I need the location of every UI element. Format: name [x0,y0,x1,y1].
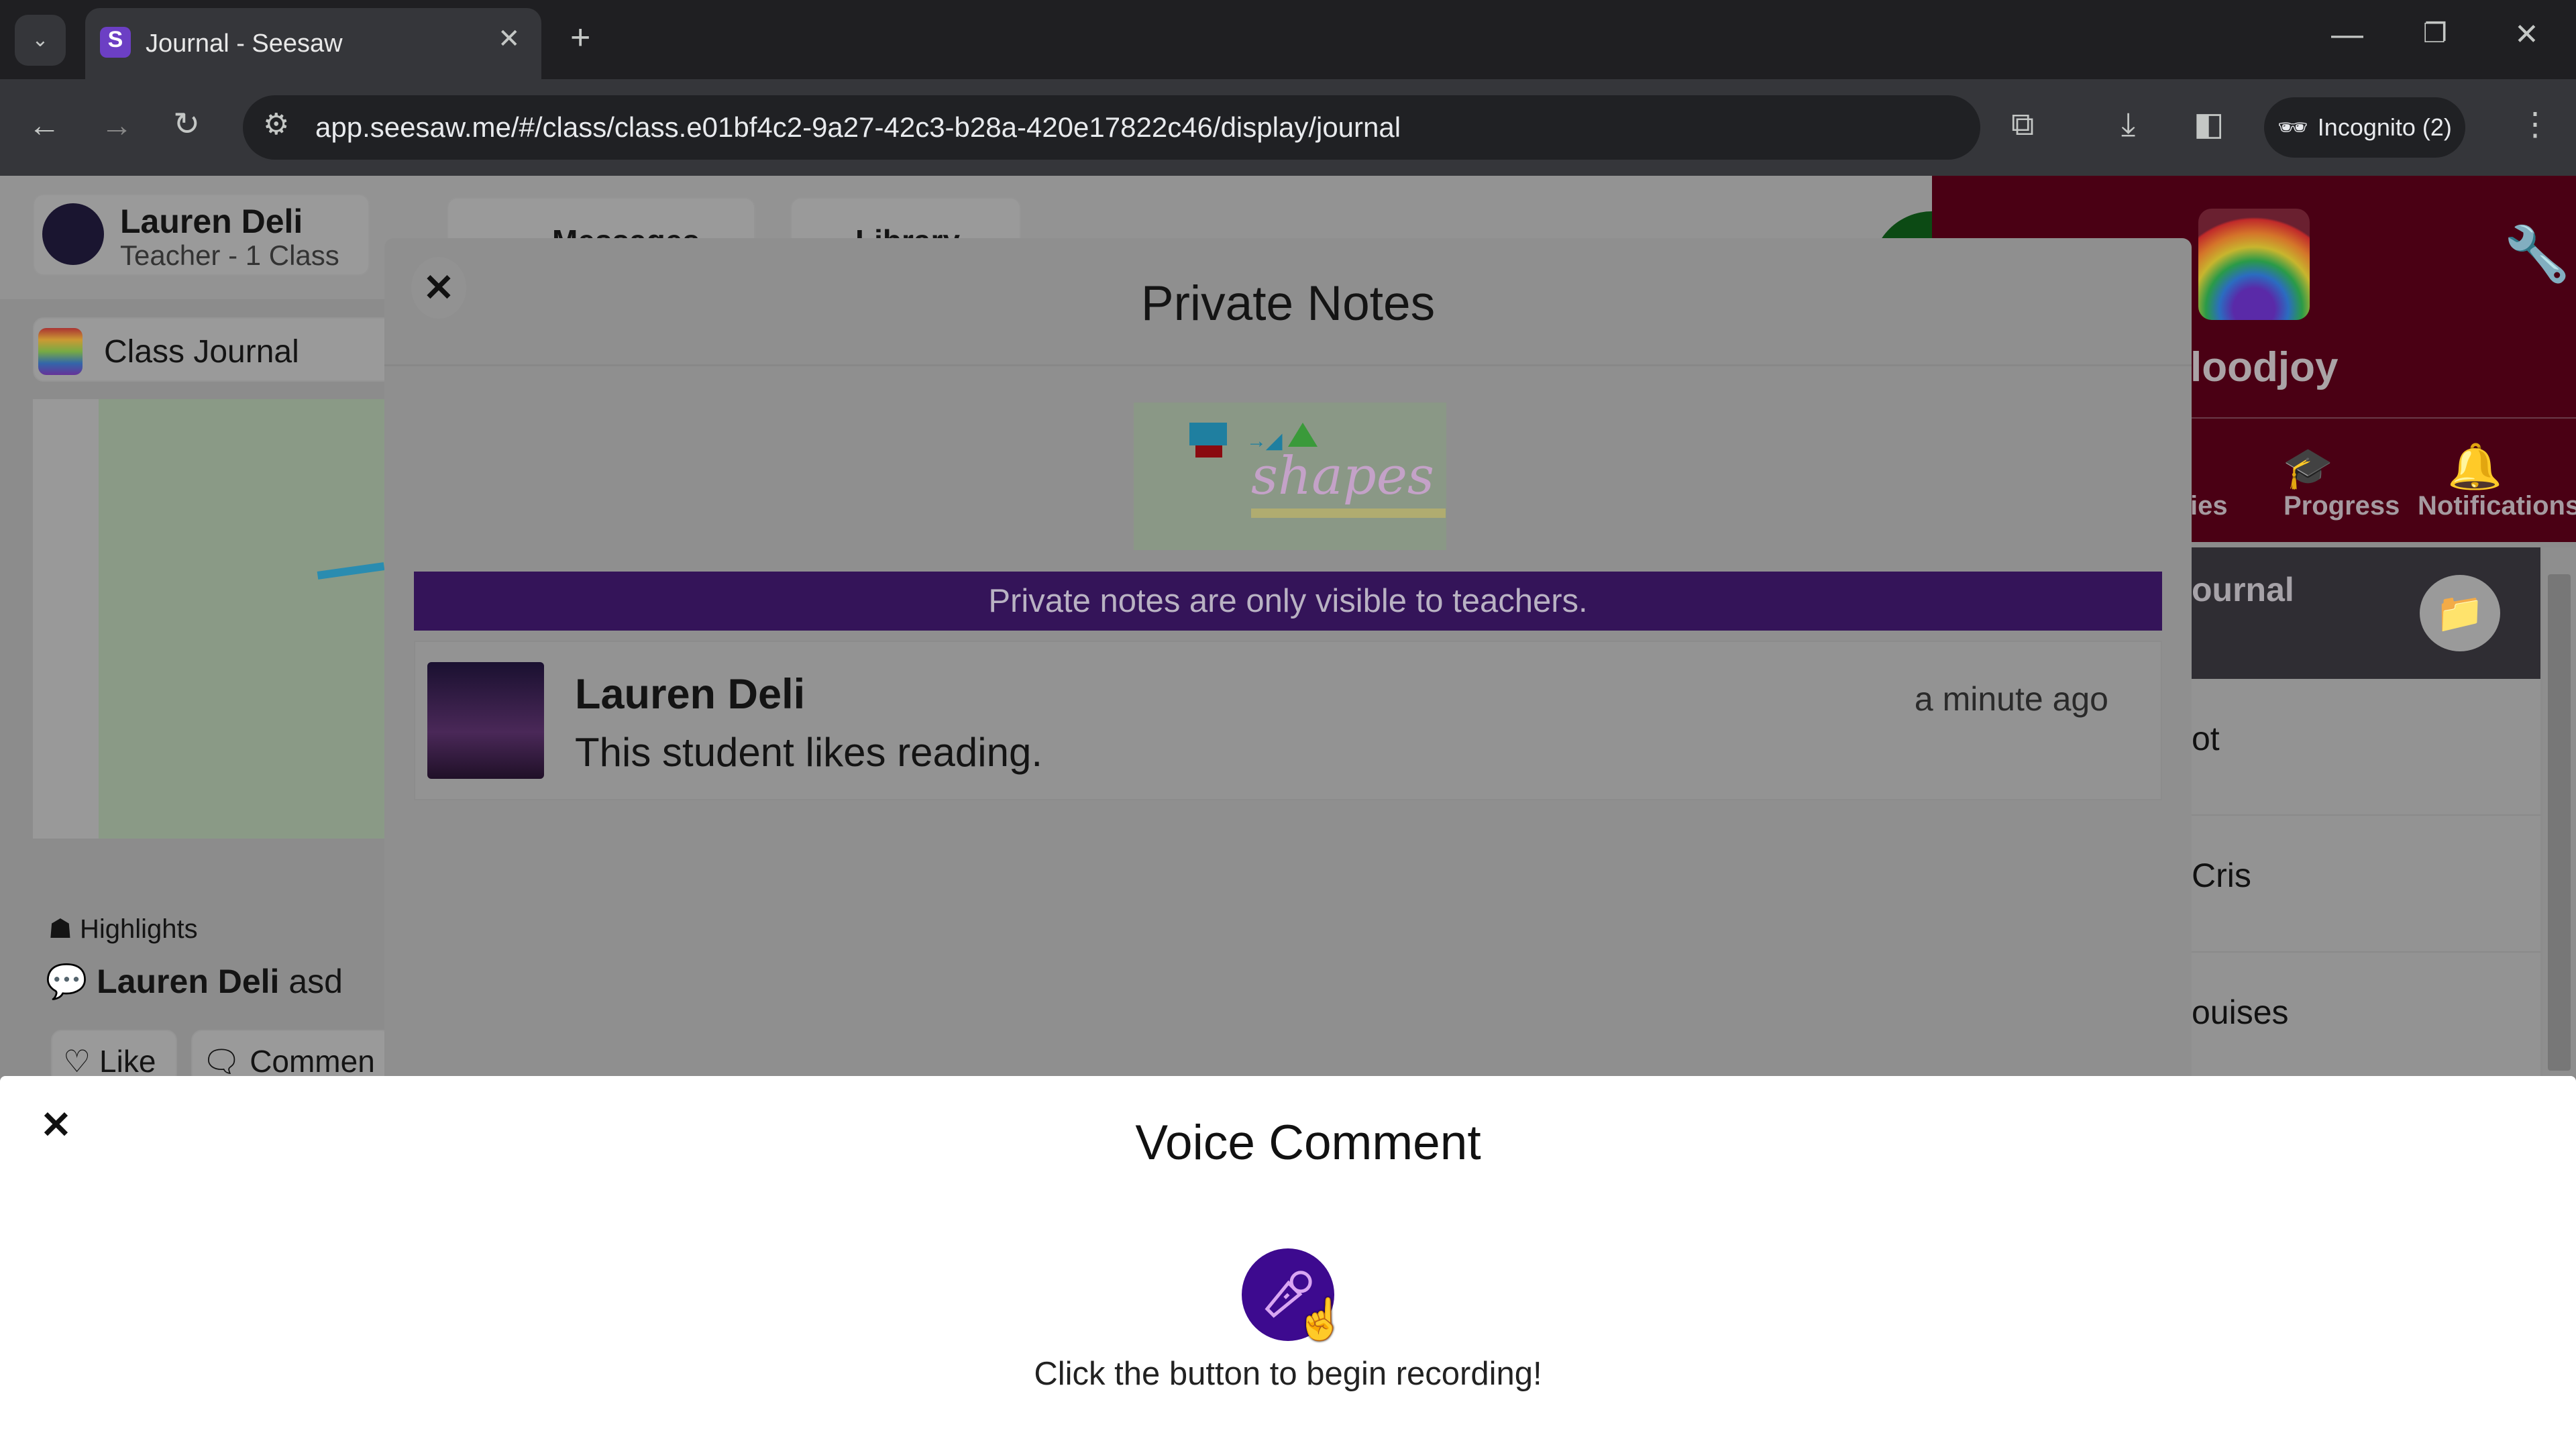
list-item[interactable]: ot [2192,679,2540,816]
class-name: loodjoy [2190,344,2339,390]
modal-title: Private Notes [1140,276,1436,331]
side-panel-icon[interactable]: ◧ [2194,109,2224,141]
user-role: Teacher - 1 Class [120,239,339,271]
nav-tab-stories[interactable]: ies [2190,491,2228,521]
nav-tab-notifications[interactable]: Notifications [2418,491,2576,521]
note-item: Lauren Deli This student likes reading. … [414,641,2162,800]
url-field[interactable]: ⚙ app.seesaw.me/#/class/class.e01bf4c2-9… [243,95,1980,160]
close-window-icon[interactable]: ✕ [2514,20,2539,50]
comment-icon: 🗨 [202,1044,250,1079]
close-tab-icon[interactable]: ✕ [498,25,521,52]
user-name: Lauren Deli [120,203,303,240]
avatar [42,203,104,265]
post-margin [33,399,100,839]
list-item[interactable]: Cris [2192,816,2540,953]
scrollbar[interactable] [2542,547,2576,1076]
highlights-row: ☗ Highlights [48,914,198,944]
drawing-stroke [317,562,385,580]
comment-row: 💬 Lauren Deli asd [46,963,343,1000]
browser-tab-bar: ⌄ S Journal - Seesaw ✕ + — ❐ ✕ [0,0,2576,79]
pointer-cursor-icon: ☝ [1295,1297,1346,1342]
post-image[interactable] [99,399,387,839]
modal-header: ✕ Private Notes [384,238,2192,366]
tab-search-button[interactable]: ⌄ [15,15,66,66]
note-text: This student likes reading. [575,730,1043,775]
forward-icon[interactable]: → [101,110,133,142]
thumbnail-caption: shapes [1251,446,1434,506]
bell-icon: 🔔 [2447,441,2503,491]
restore-icon[interactable]: ❐ [2423,20,2447,47]
wrench-icon[interactable]: 🔧 [2504,223,2571,286]
class-bear-logo-icon [2198,209,2310,320]
nav-tab-progress[interactable]: Progress [2284,491,2400,521]
record-button[interactable]: ☝ [1242,1248,1346,1342]
voice-comment-panel: ✕ Voice Comment ☝ Click the button to be… [0,1076,2576,1449]
class-journal-selector[interactable]: Class Journal [33,317,395,382]
recording-instruction: Click the button to begin recording! [1034,1356,1542,1392]
new-tab-icon[interactable]: + [570,20,590,55]
note-timestamp: a minute ago [1914,680,2108,718]
list-item[interactable]: ouises [2192,953,2540,1089]
incognito-label: Incognito (2) [2317,113,2452,141]
tab-journal[interactable]: S Journal - Seesaw ✕ [85,8,541,79]
menu-icon[interactable]: ⋮ [2519,109,2551,141]
note-author-avatar [427,662,544,779]
download-icon[interactable]: ⤓ [2121,109,2135,141]
post-thumbnail: →◢ shapes [1134,402,1446,550]
class-icon [38,328,83,375]
site-info-icon[interactable]: ⚙ [263,110,289,140]
seesaw-favicon-icon: S [100,27,131,58]
back-icon[interactable]: ← [28,110,60,142]
folder-icon[interactable]: 📁 [2420,575,2500,651]
tab-title: Journal - Seesaw [146,29,343,58]
journal-row[interactable]: ournal 📁 [2192,547,2540,679]
visibility-banner: Private notes are only visible to teache… [414,572,2162,631]
voice-comment-title: Voice Comment [1135,1116,1481,1170]
progress-icon: 🎓 [2283,445,2333,490]
note-author: Lauren Deli [575,671,806,718]
class-journal-label: Class Journal [104,334,299,370]
comment-bubble-icon: 💬 [46,963,97,1000]
highlights-icon: ☗ [48,914,80,944]
scrollbar-thumb[interactable] [2548,574,2571,1071]
url-text: app.seesaw.me/#/class/class.e01bf4c2-9a2… [315,111,1401,143]
extensions-icon[interactable]: ⧉ [2011,109,2034,141]
reload-icon[interactable]: ↻ [173,109,200,141]
incognito-icon: 🕶 [2277,113,2308,141]
minimize-icon[interactable]: — [2331,19,2363,51]
incognito-button[interactable]: 🕶 Incognito (2) [2264,97,2465,158]
journal-label: ournal [2192,571,2294,608]
private-notes-modal: ✕ Private Notes →◢ shapes Private notes … [384,238,2192,1076]
user-card[interactable]: Lauren Deli Teacher - 1 Class [33,194,370,276]
heart-icon: ♡ [63,1044,100,1079]
